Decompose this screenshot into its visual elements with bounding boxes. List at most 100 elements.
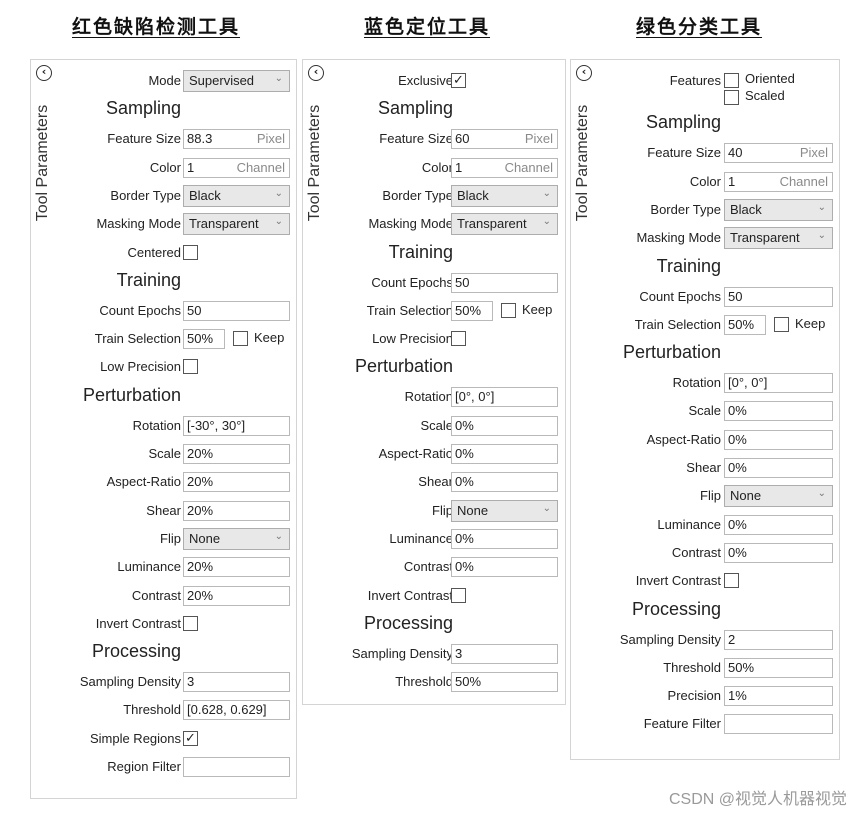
- border-type-selected-value: Black: [189, 187, 221, 203]
- param-row-region-filter: Region Filter: [31, 756, 296, 778]
- luminance-input[interactable]: 0%: [451, 528, 558, 549]
- param-row-invert-contrast: Invert Contrast: [571, 570, 839, 592]
- contrast-input[interactable]: 0%: [451, 557, 558, 578]
- param-row-count-epochs: Count Epochs 50: [31, 300, 296, 322]
- param-row-perturbation: Perturbation: [303, 356, 565, 378]
- invert-contrast-checkbox[interactable]: [724, 573, 739, 589]
- feature-size-input[interactable]: 60 Pixel: [451, 129, 558, 150]
- sampling-density-value: 2: [728, 631, 736, 647]
- label-masking-mode: Masking Mode: [636, 230, 721, 246]
- sampling-density-input[interactable]: 2: [724, 629, 833, 650]
- flip-selected-value: None: [457, 502, 489, 518]
- label-contrast: Contrast: [131, 587, 181, 603]
- invert-contrast-checkbox[interactable]: [451, 587, 466, 603]
- label-train-selection: Train Selection: [634, 316, 721, 332]
- low-precision-checkbox[interactable]: [183, 359, 198, 375]
- sampling-density-input[interactable]: 3: [183, 672, 290, 693]
- feature-size-unit: Pixel: [799, 145, 828, 161]
- param-row-threshold: Threshold 50%: [303, 671, 565, 693]
- simple-regions-checkbox[interactable]: ✓: [183, 730, 198, 746]
- aspect-ratio-input[interactable]: 20%: [183, 472, 290, 493]
- flip-dropdown[interactable]: None ⌄: [724, 485, 833, 508]
- train-selection-input[interactable]: 50%: [724, 314, 766, 335]
- feature-size-input[interactable]: 88.3 Pixel: [183, 129, 290, 150]
- train-selection-value: 50%: [455, 302, 482, 318]
- scale-input[interactable]: 0%: [724, 401, 833, 422]
- centered-checkbox[interactable]: [183, 244, 198, 260]
- count-epochs-input[interactable]: 50: [183, 300, 290, 321]
- scale-input[interactable]: 20%: [183, 444, 290, 464]
- threshold-input[interactable]: 50%: [724, 657, 833, 678]
- count-epochs-value: 50: [728, 288, 743, 304]
- param-row-rotation: Rotation [-30°, 30°]: [31, 415, 296, 437]
- contrast-input[interactable]: 20%: [183, 585, 290, 606]
- contrast-value: 0%: [455, 559, 474, 575]
- label-scale: Scale: [420, 417, 453, 433]
- label-shear: Shear: [686, 460, 721, 475]
- label-color: Color: [689, 173, 721, 189]
- invert-contrast-checkbox[interactable]: [183, 615, 198, 631]
- count-epochs-input[interactable]: 50: [724, 286, 833, 307]
- color-input[interactable]: 1 Channel: [451, 157, 558, 178]
- rotation-input[interactable]: [0°, 0°]: [451, 387, 558, 408]
- param-row-threshold: Threshold [0.628, 0.629]: [31, 699, 296, 721]
- train-selection-input[interactable]: 50%: [451, 300, 493, 321]
- scale-input[interactable]: 0%: [451, 415, 558, 436]
- param-row-aspect-ratio: Aspect-Ratio 0%: [571, 429, 839, 451]
- color-input[interactable]: 1 Channel: [724, 171, 833, 192]
- luminance-input[interactable]: 0%: [724, 514, 833, 535]
- rotation-value: [0°, 0°]: [455, 389, 495, 405]
- shear-input[interactable]: 0%: [451, 472, 558, 493]
- label-aspect-ratio: Aspect-Ratio: [646, 431, 721, 447]
- count-epochs-input[interactable]: 50: [451, 272, 558, 293]
- flip-selected-value: None: [730, 488, 762, 504]
- param-row-sampling: Sampling: [31, 98, 296, 120]
- feature-filter-input[interactable]: [724, 714, 833, 735]
- oriented-checkbox[interactable]: [724, 73, 739, 88]
- param-row-count-epochs: Count Epochs 50: [303, 272, 565, 294]
- param-row-sampling: Sampling: [303, 98, 565, 120]
- contrast-value: 20%: [187, 587, 214, 603]
- keep-checkbox[interactable]: [774, 316, 789, 332]
- masking-mode-dropdown[interactable]: Transparent ⌄: [451, 213, 558, 236]
- aspect-ratio-input[interactable]: 0%: [451, 444, 558, 464]
- border-type-dropdown[interactable]: Black ⌄: [724, 198, 833, 221]
- label-sampling-density: Sampling Density: [619, 631, 721, 647]
- keep-checkbox[interactable]: [233, 331, 248, 347]
- threshold-input[interactable]: [0.628, 0.629]: [183, 700, 290, 721]
- chevron-down-icon: ⌄: [274, 73, 283, 84]
- sampling-density-input[interactable]: 3: [451, 643, 558, 664]
- flip-dropdown[interactable]: None ⌄: [451, 499, 558, 522]
- rotation-input[interactable]: [0°, 0°]: [724, 373, 833, 394]
- label-simple-regions: Simple Regions: [89, 730, 181, 746]
- label-rotation: Rotation: [672, 375, 721, 391]
- keep-checkbox[interactable]: [501, 302, 516, 318]
- feature-size-input[interactable]: 40 Pixel: [724, 143, 833, 164]
- shear-input[interactable]: 20%: [183, 500, 290, 521]
- label-scale: Scale: [688, 403, 721, 419]
- shear-input[interactable]: 0%: [724, 458, 833, 478]
- threshold-value: [0.628, 0.629]: [187, 702, 267, 718]
- contrast-input[interactable]: 0%: [724, 542, 833, 563]
- scaled-checkbox[interactable]: [724, 90, 739, 105]
- param-row-feature-size: Feature Size 88.3 Pixel: [31, 128, 296, 150]
- low-precision-checkbox[interactable]: [451, 331, 466, 347]
- threshold-input[interactable]: 50%: [451, 672, 558, 693]
- luminance-input[interactable]: 20%: [183, 557, 290, 578]
- aspect-ratio-input[interactable]: 0%: [724, 429, 833, 450]
- region-filter-input[interactable]: [183, 757, 290, 777]
- border-type-dropdown[interactable]: Black ⌄: [183, 184, 290, 207]
- mode-dropdown[interactable]: Supervised ⌄: [183, 70, 290, 92]
- color-unit: Channel: [236, 159, 285, 175]
- masking-mode-dropdown[interactable]: Transparent ⌄: [183, 213, 290, 236]
- param-row-invert-contrast: Invert Contrast: [31, 613, 296, 635]
- label-flip: Flip: [432, 502, 453, 518]
- border-type-dropdown[interactable]: Black ⌄: [451, 184, 558, 207]
- train-selection-input[interactable]: 50%: [183, 329, 225, 350]
- rotation-input[interactable]: [-30°, 30°]: [183, 415, 290, 436]
- color-input[interactable]: 1 Channel: [183, 157, 290, 178]
- flip-dropdown[interactable]: None ⌄: [183, 527, 290, 550]
- precision-input[interactable]: 1%: [724, 686, 833, 707]
- masking-mode-dropdown[interactable]: Transparent ⌄: [724, 227, 833, 250]
- exclusive-checkbox[interactable]: ✓: [451, 73, 466, 88]
